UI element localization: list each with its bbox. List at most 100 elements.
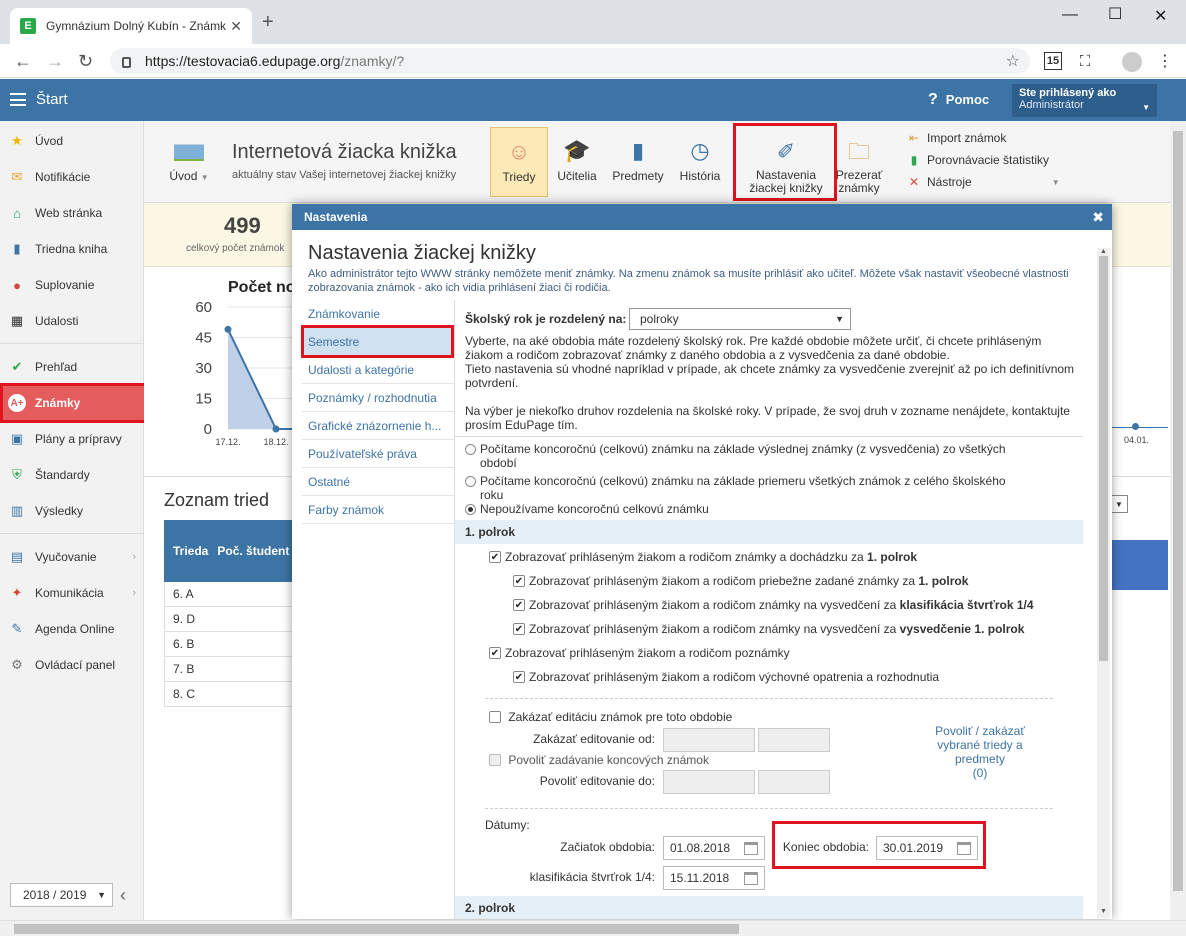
ucitelia-button[interactable]: 🎓 Učitelia bbox=[552, 127, 602, 197]
table-row[interactable]: 6. B bbox=[164, 632, 294, 657]
sidebar-item-plany[interactable]: ▣ Plány a prípravy bbox=[0, 421, 144, 457]
user-dropdown[interactable]: Ste prihlásený ako Administrátor ▼ bbox=[1012, 84, 1157, 117]
maximize-icon[interactable]: ☐ bbox=[1108, 4, 1122, 24]
uvod-dropdown[interactable]: Úvod ▼ bbox=[164, 133, 214, 183]
checkbox-checked[interactable]: ✔ bbox=[489, 647, 501, 659]
browser-menu-icon[interactable]: ⋮ bbox=[1156, 52, 1174, 70]
final-until-time-input[interactable] bbox=[758, 770, 830, 794]
nastroje-dropdown[interactable]: ✕ Nástroje ▼ bbox=[906, 175, 1060, 189]
sidebar-item-komunikacia[interactable]: ✦ Komunikácia › bbox=[0, 575, 144, 611]
sidebar-item-notifikacie[interactable]: ✉ Notifikácie bbox=[0, 159, 144, 195]
sidebar-item-suplovanie[interactable]: ● Suplovanie bbox=[0, 267, 144, 303]
sidebar-item-standardy[interactable]: ⛨ Štandardy bbox=[0, 457, 144, 493]
sidebar-item-ovladaci-panel[interactable]: ⚙ Ovládací panel bbox=[0, 647, 144, 683]
chk-show-halfyear-report[interactable]: ✔ Zobrazovať prihláseným žiakom a rodičom… bbox=[513, 622, 1024, 636]
table-row[interactable]: 7. B bbox=[164, 657, 294, 682]
chk-allow-final-grades[interactable]: Povoliť zadávanie koncových známok bbox=[489, 753, 709, 767]
scroll-up-icon[interactable]: ▲ bbox=[1100, 248, 1107, 255]
sidebar-item-vysledky[interactable]: ▥ Výsledky bbox=[0, 493, 144, 529]
start-date-input[interactable]: 01.08.2018 bbox=[663, 836, 765, 860]
predmety-button[interactable]: ▮ Predmety bbox=[608, 127, 668, 197]
table-row[interactable]: 9. D bbox=[164, 607, 294, 632]
new-tab-icon[interactable]: + bbox=[262, 12, 274, 32]
checkbox-checked[interactable]: ✔ bbox=[513, 671, 525, 683]
menu-item-graficke[interactable]: Grafické znázornenie h... bbox=[302, 412, 454, 440]
porovnavacie-link[interactable]: ▮ Porovnávacie štatistiky bbox=[906, 153, 1049, 167]
sidebar-item-uvod[interactable]: ★ Úvod bbox=[0, 123, 144, 159]
calendar-icon[interactable] bbox=[744, 872, 758, 885]
chk-lock-editing[interactable]: Zakázať editáciu známok pre toto obdobie bbox=[489, 710, 732, 724]
end-date-input[interactable]: 30.01.2019 bbox=[876, 836, 978, 860]
checkbox-checked[interactable]: ✔ bbox=[513, 599, 525, 611]
radio-button[interactable] bbox=[465, 444, 476, 455]
lock-from-date-input[interactable] bbox=[663, 728, 755, 752]
final-until-date-input[interactable] bbox=[663, 770, 755, 794]
menu-item-udalosti[interactable]: Udalosti a kategórie bbox=[302, 356, 454, 384]
radio-button[interactable] bbox=[465, 476, 476, 487]
prezerat-button[interactable]: 🗀 Prezerať známky bbox=[834, 127, 884, 197]
school-year-division-select[interactable]: polroky ▼ bbox=[629, 308, 851, 330]
chk-show-measures[interactable]: ✔ Zobrazovať prihláseným žiakom a rodičom… bbox=[513, 670, 939, 684]
allow-classes-subjects-link[interactable]: Povoliť / zakázať vybrané triedy a predm… bbox=[925, 724, 1035, 780]
filter-select[interactable]: ▼ bbox=[1110, 495, 1128, 513]
sidebar-item-udalosti[interactable]: ▦ Udalosti bbox=[0, 303, 144, 339]
profile-avatar-icon[interactable] bbox=[1122, 52, 1142, 72]
sidebar-item-prehlad[interactable]: ✔ Prehľad bbox=[0, 349, 144, 385]
chk-show-running-grades[interactable]: ✔ Zobrazovať prihláseným žiakom a rodičom… bbox=[513, 574, 968, 588]
scroll-down-icon[interactable]: ▼ bbox=[1100, 908, 1107, 915]
nastavenia-button[interactable]: ✐ Nastavenia žiackej knižky bbox=[740, 127, 832, 197]
dialog-scroll-thumb[interactable] bbox=[1099, 256, 1108, 661]
horizontal-scroll-thumb[interactable] bbox=[14, 924, 739, 934]
school-year-select[interactable]: 2018 / 2019 ▼ bbox=[10, 883, 113, 907]
quarter-date-input[interactable]: 15.11.2018 bbox=[663, 866, 765, 890]
chk-show-notes[interactable]: ✔ Zobrazovať prihláseným žiakom a rodičom… bbox=[489, 646, 790, 660]
checkbox-disabled[interactable] bbox=[489, 754, 501, 766]
forward-icon[interactable]: → bbox=[46, 51, 64, 71]
radio-final-from-average[interactable]: Počítame koncoročnú (celkovú) známku na … bbox=[465, 474, 1025, 502]
import-link[interactable]: ⇤ Import známok bbox=[906, 131, 1006, 145]
close-tab-icon[interactable]: ✕ bbox=[230, 18, 242, 35]
checkbox-checked[interactable]: ✔ bbox=[489, 551, 501, 563]
table-row[interactable]: 8. C bbox=[164, 682, 294, 707]
menu-item-znamkovanie[interactable]: Známkovanie bbox=[302, 300, 454, 328]
sidebar-item-web[interactable]: ⌂ Web stránka bbox=[0, 195, 144, 231]
table-row[interactable]: 6. A bbox=[164, 582, 294, 607]
checkbox-unchecked[interactable] bbox=[489, 711, 501, 723]
sidebar-item-triedna-kniha[interactable]: ▮ Triedna kniha bbox=[0, 231, 144, 267]
chk-show-quarter-report[interactable]: ✔ Zobrazovať prihláseným žiakom a rodičom… bbox=[513, 598, 1034, 612]
menu-item-poznamky[interactable]: Poznámky / rozhodnutia bbox=[302, 384, 454, 412]
reload-icon[interactable]: ↻ bbox=[78, 51, 93, 71]
sidebar-item-vyucovanie[interactable]: ▤ Vyučovanie › bbox=[0, 539, 144, 575]
calendar-extension-icon[interactable]: 15 bbox=[1044, 52, 1062, 70]
triedy-button[interactable]: ☺ Triedy bbox=[490, 127, 548, 197]
menu-item-prava[interactable]: Používateľské práva bbox=[302, 440, 454, 468]
chk-show-grades-attendance[interactable]: ✔ Zobrazovať prihláseným žiakom a rodičom… bbox=[489, 550, 917, 564]
menu-item-semestre[interactable]: Semestre bbox=[302, 328, 454, 356]
lock-from-time-input[interactable] bbox=[758, 728, 830, 752]
bookmark-star-icon[interactable]: ☆ bbox=[1006, 51, 1020, 71]
radio-final-from-results[interactable]: Počítame koncoročnú (celkovú) známku na … bbox=[465, 442, 1025, 470]
radio-button-selected[interactable] bbox=[465, 504, 476, 515]
close-dialog-icon[interactable]: ✖ bbox=[1092, 209, 1104, 226]
page-scrollbar[interactable] bbox=[1170, 121, 1186, 920]
cast-icon[interactable]: ⛶ bbox=[1076, 52, 1094, 70]
close-window-icon[interactable]: ✕ bbox=[1154, 6, 1167, 26]
menu-item-farby[interactable]: Farby známok bbox=[302, 496, 454, 524]
horizontal-scrollbar[interactable] bbox=[0, 920, 1186, 936]
calendar-icon[interactable] bbox=[957, 842, 971, 855]
page-scroll-thumb[interactable] bbox=[1173, 131, 1183, 891]
checkbox-checked[interactable]: ✔ bbox=[513, 623, 525, 635]
help-link[interactable]: ? Pomoc bbox=[928, 91, 989, 109]
start-label[interactable]: Štart bbox=[36, 91, 68, 108]
back-icon[interactable]: ← bbox=[14, 51, 32, 71]
historia-button[interactable]: ◷ História bbox=[674, 127, 726, 197]
menu-item-ostatne[interactable]: Ostatné bbox=[302, 468, 454, 496]
checkbox-checked[interactable]: ✔ bbox=[513, 575, 525, 587]
radio-no-final[interactable]: Nepoužívame koncoročnú celkovú známku bbox=[465, 502, 1025, 516]
hamburger-menu-icon[interactable] bbox=[10, 93, 26, 106]
dialog-scrollbar[interactable]: ▲ ▼ bbox=[1097, 248, 1110, 918]
minimize-icon[interactable]: — bbox=[1062, 6, 1078, 24]
sidebar-item-znamky[interactable]: A+ Známky bbox=[0, 385, 144, 421]
sidebar-item-agenda[interactable]: ✎ Agenda Online bbox=[0, 611, 144, 647]
calendar-icon[interactable] bbox=[744, 842, 758, 855]
